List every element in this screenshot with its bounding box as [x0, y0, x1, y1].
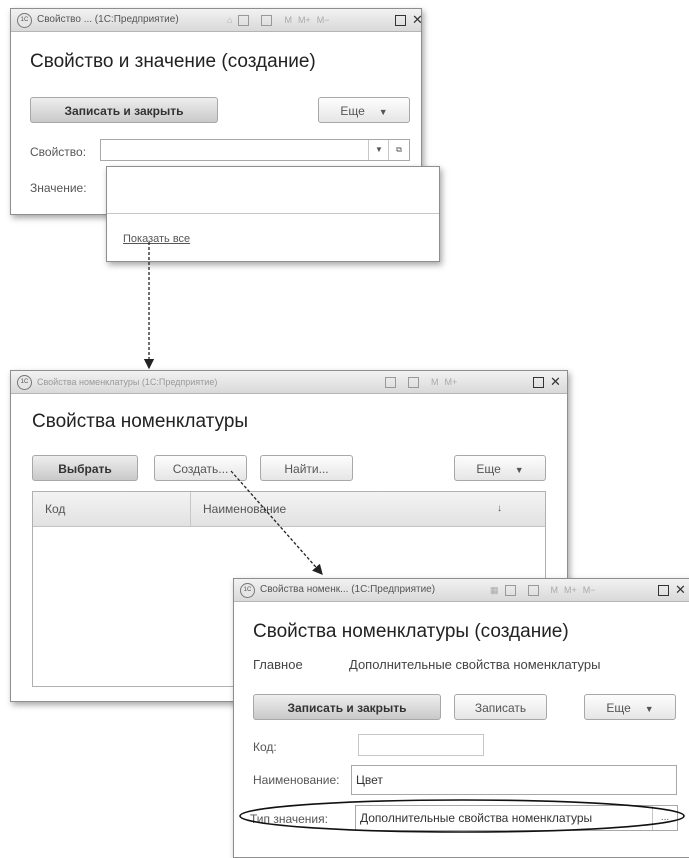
value-type-label: Тип значения:	[250, 812, 328, 826]
calendar-icon[interactable]	[408, 371, 425, 393]
select-button[interactable]: Выбрать	[32, 455, 138, 481]
tab-main[interactable]: Главное	[253, 657, 303, 672]
code-field[interactable]	[358, 734, 484, 756]
open-icon[interactable]: ⧉	[388, 140, 409, 160]
item-property-create-window: 1С Свойства номенк... (1С:Предприятие) ▦…	[233, 578, 689, 858]
find-button[interactable]: Найти...	[260, 455, 353, 481]
save-button[interactable]: Записать	[454, 694, 547, 720]
more-button-label: Еще	[476, 462, 501, 476]
name-field[interactable]: Цвет	[351, 765, 677, 795]
code-label: Код:	[253, 740, 277, 754]
dropdown-arrow-icon[interactable]: ▼	[368, 140, 389, 160]
memory-mplus-icon[interactable]: M+	[298, 9, 311, 31]
save-and-close-button[interactable]: Записать и закрыть	[253, 694, 441, 720]
name-label: Наименование:	[253, 773, 340, 787]
column-header-code[interactable]: Код	[33, 492, 191, 526]
create-button[interactable]: Создать...	[154, 455, 247, 481]
memory-mminus-icon[interactable]: M−	[583, 579, 596, 601]
value-label: Значение:	[30, 181, 87, 195]
memory-m-icon[interactable]: M	[284, 9, 292, 31]
close-icon[interactable]: ✕	[675, 579, 686, 601]
property-dropdown-list: Показать все	[106, 166, 440, 262]
window-title: Свойство ... (1С:Предприятие)	[37, 14, 179, 25]
1c-logo-icon: 1С	[17, 375, 32, 390]
show-all-link[interactable]: Показать все	[123, 233, 190, 245]
window-titlebar[interactable]: 1С Свойство ... (1С:Предприятие) ⌂ M M+ M− …	[11, 9, 423, 32]
1c-logo-icon: 1С	[17, 13, 32, 28]
table-header: Код Наименование ↓	[33, 492, 545, 527]
value-type-select-button[interactable]: ...	[652, 806, 677, 830]
form-heading: Свойства номенклатуры	[32, 411, 249, 432]
tab-additional-properties[interactable]: Дополнительные свойства номенклатуры	[349, 657, 600, 672]
memory-mplus-icon[interactable]: M+	[564, 579, 577, 601]
chevron-down-icon: ▼	[378, 107, 388, 117]
sort-down-icon[interactable]: ↓	[497, 492, 502, 526]
memory-mplus-icon[interactable]: M+	[445, 371, 458, 393]
chevron-down-icon: ▼	[514, 465, 524, 475]
window-title: Свойства номенк... (1С:Предприятие)	[260, 584, 436, 595]
maximize-icon[interactable]	[527, 371, 544, 393]
value-type-field[interactable]: Дополнительные свойства номенклатуры	[355, 805, 678, 831]
home-icon[interactable]: ⌂	[227, 9, 232, 31]
form-heading: Свойства номенклатуры (создание)	[253, 621, 569, 642]
calculator-icon[interactable]	[238, 9, 255, 31]
maximize-icon[interactable]	[389, 9, 406, 31]
calculator-icon[interactable]	[504, 579, 522, 601]
window-titlebar[interactable]: 1С Свойства номенк... (1С:Предприятие) ▦…	[234, 579, 689, 602]
dropdown-empty-row[interactable]	[107, 167, 439, 214]
save-and-close-button[interactable]: Записать и закрыть	[30, 97, 218, 123]
chevron-down-icon: ▼	[644, 704, 654, 714]
property-label: Свойство:	[30, 145, 87, 159]
column-header-name[interactable]: Наименование	[191, 492, 491, 526]
more-button-label: Еще	[340, 104, 365, 118]
memory-m-icon[interactable]: M	[431, 371, 439, 393]
close-icon[interactable]: ✕	[412, 9, 423, 31]
property-field[interactable]: ▼ ⧉	[100, 139, 410, 161]
more-button-label: Еще	[606, 701, 631, 715]
window-titlebar[interactable]: 1С Свойства номенклатуры (1С:Предприятие…	[11, 371, 567, 394]
calculator-icon[interactable]	[385, 371, 402, 393]
window-title: Свойства номенклатуры (1С:Предприятие)	[37, 377, 218, 387]
more-button[interactable]: Еще ▼	[318, 97, 410, 123]
calendar-icon[interactable]	[261, 9, 278, 31]
close-icon[interactable]: ✕	[550, 371, 561, 393]
memory-m-icon[interactable]: M	[551, 579, 559, 601]
1c-logo-icon: 1С	[240, 583, 255, 598]
maximize-icon[interactable]	[652, 579, 669, 601]
calendar-icon[interactable]	[527, 579, 545, 601]
more-button[interactable]: Еще ▼	[454, 455, 546, 481]
form-heading: Свойство и значение (создание)	[30, 51, 316, 72]
more-button[interactable]: Еще ▼	[584, 694, 676, 720]
memory-mminus-icon[interactable]: M−	[317, 9, 330, 31]
favorites-icon[interactable]: ▦	[490, 579, 499, 601]
